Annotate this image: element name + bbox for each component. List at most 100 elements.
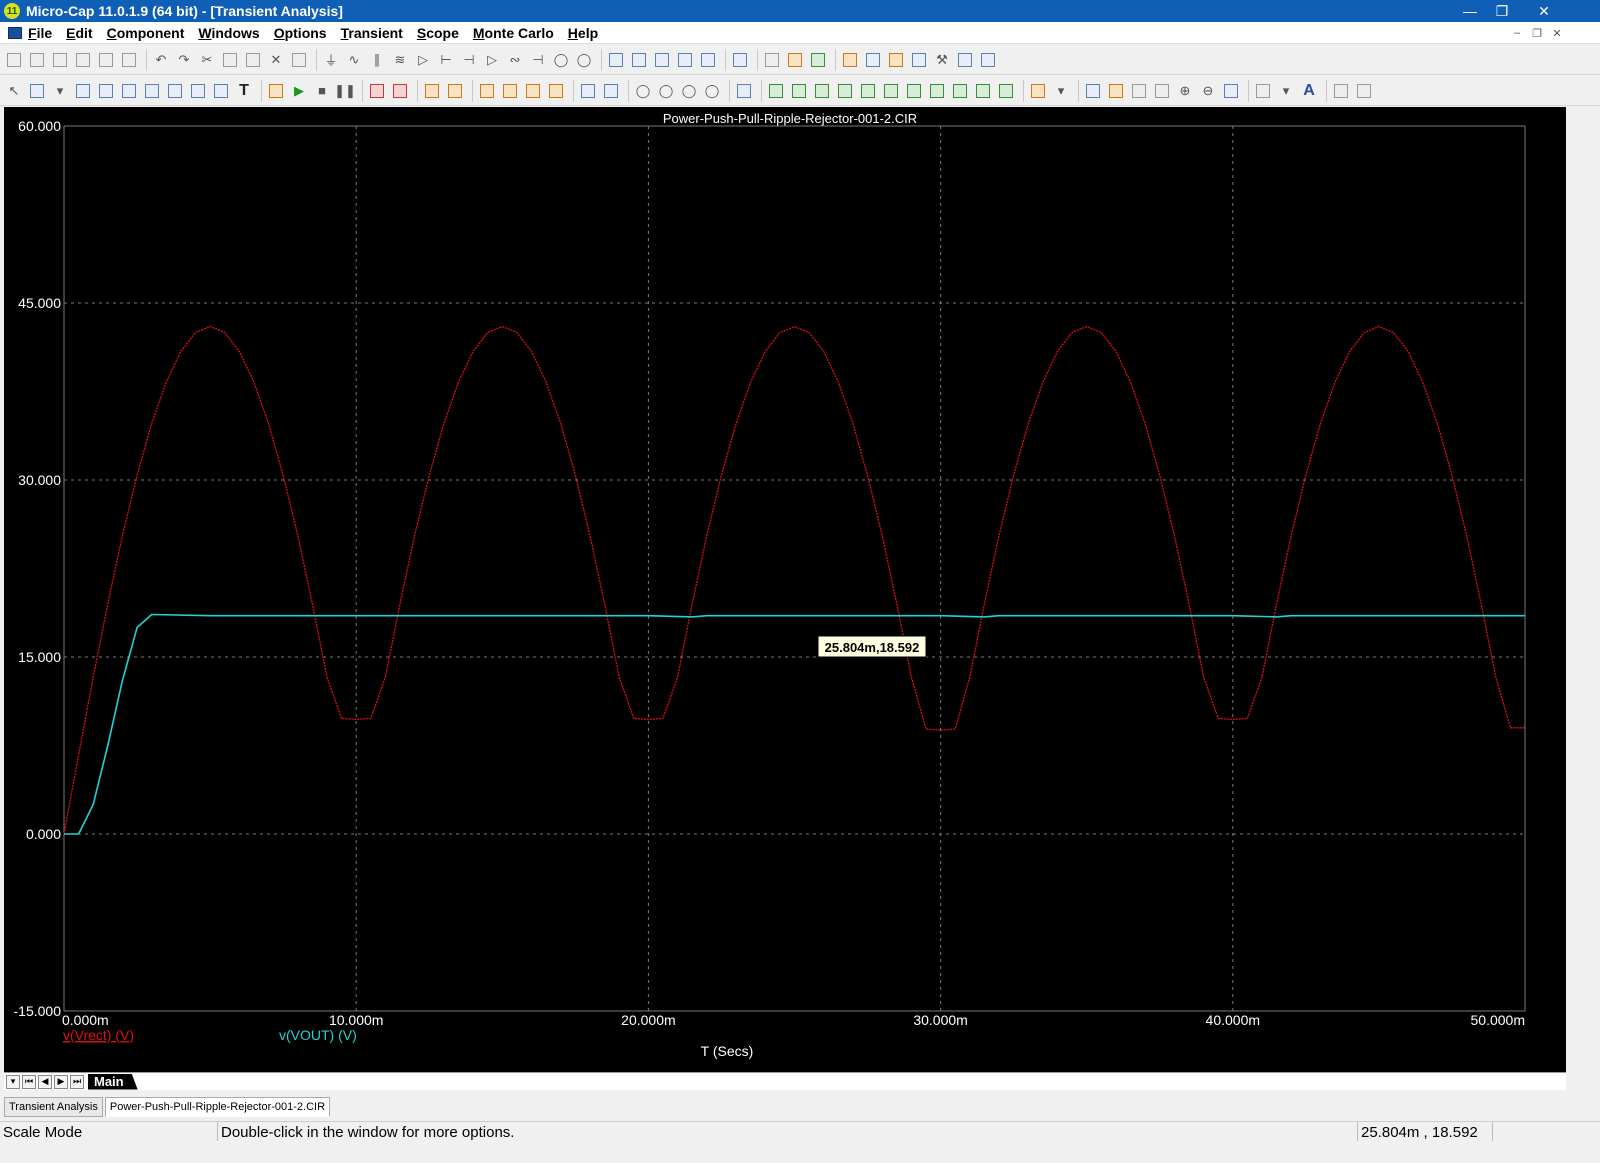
pause-icon[interactable]: ❚❚ [334,81,356,101]
select-all-icon[interactable] [289,50,309,70]
window-maximize-icon[interactable] [698,50,718,70]
check-icon[interactable] [909,50,929,70]
animate-icon[interactable] [1106,81,1126,101]
ground-icon[interactable]: ⏚ [321,50,341,70]
numeric-output-icon[interactable] [1083,81,1103,101]
menu-help[interactable]: Help [568,25,598,41]
transformer-icon[interactable]: ∾ [505,50,525,70]
restore-icon[interactable]: ❐ [1480,0,1524,22]
stepping-off-icon[interactable] [390,81,410,101]
high-icon[interactable] [858,81,878,101]
document-icon[interactable] [8,26,22,39]
cascade-icon[interactable] [606,50,626,70]
save-all-icon[interactable] [73,50,93,70]
legend-vout[interactable]: v(VOUT) (V) [279,1027,357,1043]
menu-options[interactable]: Options [274,25,327,41]
data-points-icon[interactable] [477,81,497,101]
mdi-minimize-icon[interactable]: – [1508,25,1526,41]
horizontal-grid-icon[interactable] [578,81,598,101]
new-file-icon[interactable] [4,50,24,70]
zoom-area-icon[interactable] [119,81,139,101]
print-preview-icon[interactable] [96,50,116,70]
formula-icon[interactable] [211,81,231,101]
doc-tab-transient-analysis[interactable]: Transient Analysis [4,1097,103,1117]
add-plot-icon[interactable] [422,81,442,101]
properties-icon[interactable] [734,81,754,101]
capacitor-icon[interactable]: ∥ [367,50,387,70]
probe-icon[interactable] [840,50,860,70]
separate-plots-icon[interactable] [546,81,566,101]
plot-properties-icon[interactable] [445,81,465,101]
legend-vrect[interactable]: v(Vrect) (V) [63,1027,134,1043]
copy-icon[interactable] [220,50,240,70]
tile-horizontal-icon[interactable] [652,50,672,70]
restore-scale-icon[interactable]: ◯ [702,81,722,101]
undo-icon[interactable]: ↶ [151,50,171,70]
menu-component[interactable]: Component [107,25,185,41]
tokens-icon[interactable] [500,81,520,101]
stop-icon[interactable]: ■ [312,81,332,101]
source-icon[interactable]: ◯ [551,50,571,70]
cursor-next-icon[interactable] [766,81,786,101]
global-low-icon[interactable] [950,81,970,101]
delete-icon[interactable]: ✕ [266,50,286,70]
image-icon[interactable] [73,81,93,101]
stepping-icon[interactable] [367,81,387,101]
valley-icon[interactable] [835,81,855,101]
graph-edit-icon[interactable] [978,50,998,70]
component-mode-icon[interactable] [27,81,47,101]
plot-window[interactable]: 0.000m 10.000m 20.000m 30.000m 40.000m 50.000… [4,107,1566,1072]
auto-scale-icon[interactable]: ◯ [679,81,699,101]
menu-file[interactable]: File [28,25,52,41]
component-library-icon[interactable] [785,50,805,70]
scale-mode-icon[interactable] [96,81,116,101]
global-high-icon[interactable] [927,81,947,101]
zoom-out-icon[interactable]: ⊖ [1198,81,1218,101]
mosfet-icon[interactable]: ⊣ [459,50,479,70]
transistor-icon[interactable]: ⊢ [436,50,456,70]
run-properties-icon[interactable] [266,81,286,101]
open-file-icon[interactable] [27,50,47,70]
run-icon[interactable]: ▶ [289,81,309,101]
window-split-icon[interactable] [675,50,695,70]
peak-icon[interactable] [812,81,832,101]
menu-edit[interactable]: Edit [66,25,92,41]
fit-page-icon[interactable] [1129,81,1149,101]
tools-icon[interactable]: ⚒ [932,50,952,70]
layout-dropdown-icon[interactable]: ▾ [1276,81,1296,101]
line-draw-icon[interactable] [142,81,162,101]
first-tab-icon[interactable]: ⏮ [22,1074,36,1089]
page-icon[interactable] [762,50,782,70]
plot-canvas[interactable]: 0.000m 10.000m 20.000m 30.000m 40.000m 50.000… [4,107,1566,1072]
tile-vertical-icon[interactable] [629,50,649,70]
horizontal-tag-icon[interactable] [188,81,208,101]
save-icon[interactable] [50,50,70,70]
bring-front-icon[interactable] [1331,81,1351,101]
analysis-limits-icon[interactable] [955,50,975,70]
low-icon[interactable] [881,81,901,101]
menu-scope[interactable]: Scope [417,25,459,41]
tab-menu-icon[interactable]: ▾ [6,1074,20,1089]
pulse-source-icon[interactable]: ◯ [574,50,594,70]
inflection-icon[interactable] [904,81,924,101]
zoom-in-circle-icon[interactable]: ◯ [633,81,653,101]
clipboard-dropdown-icon[interactable]: ▾ [1051,81,1071,101]
layout-grid-icon[interactable] [1253,81,1273,101]
resistor-icon[interactable]: ∿ [344,50,364,70]
top-icon[interactable] [973,81,993,101]
menu-transient[interactable]: Transient [341,25,403,41]
zoom-out-circle-icon[interactable]: ◯ [656,81,676,101]
inductor-icon[interactable]: ≋ [390,50,410,70]
redo-icon[interactable]: ↷ [174,50,194,70]
model-editor-icon[interactable] [886,50,906,70]
tab-main[interactable]: Main [88,1073,138,1090]
opamp-icon[interactable]: ▷ [482,50,502,70]
next-tab-icon[interactable]: ▶ [54,1074,68,1089]
text-tool-icon[interactable]: T [234,81,254,101]
fit-width-icon[interactable] [1152,81,1172,101]
point-tag-icon[interactable] [165,81,185,101]
menu-windows[interactable]: Windows [198,25,259,41]
font-icon[interactable]: A [1299,81,1319,101]
send-back-icon[interactable] [1354,81,1374,101]
diode-icon[interactable]: ▷ [413,50,433,70]
